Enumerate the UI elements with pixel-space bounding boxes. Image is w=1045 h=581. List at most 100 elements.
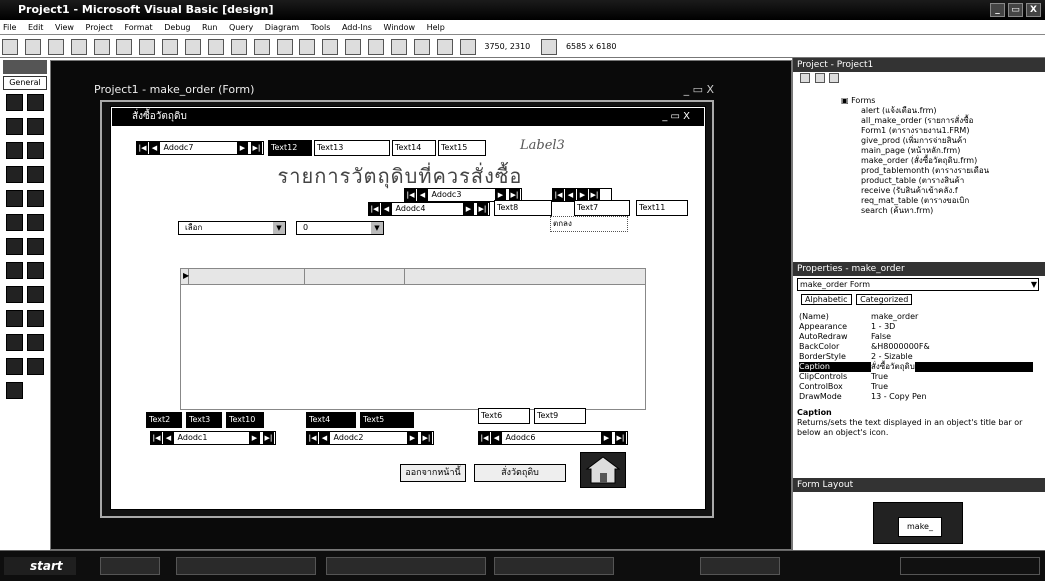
last-record-icon[interactable]: ▶|: [615, 432, 626, 444]
next-record-icon[interactable]: ▶: [463, 203, 474, 215]
pause-icon[interactable]: [276, 39, 293, 55]
prev-record-icon[interactable]: ◀: [381, 203, 392, 215]
taskbar-item-2[interactable]: [326, 557, 486, 575]
menu-editor-icon[interactable]: [47, 39, 64, 55]
menu-format[interactable]: Format: [124, 23, 152, 32]
label-tool-icon[interactable]: [6, 118, 23, 135]
frame-tool-icon[interactable]: [6, 142, 23, 159]
property-row[interactable]: ClipControls True: [799, 372, 1033, 382]
first-record-icon[interactable]: |◀: [151, 432, 162, 444]
form-window-controls[interactable]: _ ▭ X: [662, 108, 690, 126]
object-browser-icon[interactable]: [390, 39, 407, 55]
drivelist-tool-icon[interactable]: [27, 238, 44, 255]
text11-box[interactable]: Text11: [636, 200, 688, 216]
adodc4-control[interactable]: |◀ ◀ Adodc4 ▶ ▶|: [368, 202, 490, 216]
find-icon[interactable]: [185, 39, 201, 55]
mschart-tool-icon[interactable]: [27, 358, 44, 375]
last-record-icon[interactable]: ▶|: [263, 432, 274, 444]
last-record-icon[interactable]: ▶|: [251, 142, 262, 154]
home-icon[interactable]: [580, 452, 626, 488]
last-record-icon[interactable]: ▶|: [477, 203, 488, 215]
tree-item-give-prod[interactable]: give_prod (เพิ่มการจ่ายสินค้า: [793, 136, 1045, 146]
text3-box[interactable]: Text3: [186, 412, 222, 428]
text4-box[interactable]: Text4: [306, 412, 356, 428]
next-record-icon[interactable]: ▶: [601, 432, 612, 444]
tree-item-prod-tablemonth[interactable]: prod_tablemonth (ตารางรายเดือน: [793, 166, 1045, 176]
start-button[interactable]: start: [4, 557, 76, 575]
undo-icon[interactable]: [207, 39, 224, 55]
save-icon[interactable]: [93, 39, 110, 55]
text13-box[interactable]: Text13: [314, 140, 390, 156]
tree-item-form1[interactable]: Form1 (ตารางรายงาน1.FRM): [793, 126, 1045, 136]
listbox-tool-icon[interactable]: [27, 190, 44, 207]
menu-file[interactable]: File: [3, 23, 16, 32]
grid-column-1[interactable]: [189, 269, 305, 285]
first-record-icon[interactable]: |◀: [479, 432, 490, 444]
close-button[interactable]: X: [1026, 3, 1041, 17]
add-project-icon[interactable]: [2, 39, 18, 55]
exit-page-button[interactable]: ออกจากหน้านี้: [400, 464, 466, 482]
prev-record-icon[interactable]: ◀: [149, 142, 160, 154]
redo-icon[interactable]: [230, 39, 247, 55]
adodc1-control[interactable]: |◀ ◀ Adodc1 ▶ ▶|: [150, 431, 276, 445]
picturebox-tool-icon[interactable]: [27, 94, 44, 111]
optionbutton-tool-icon[interactable]: [27, 166, 44, 183]
view-code-icon[interactable]: [800, 73, 810, 83]
property-row[interactable]: AutoRedraw False: [799, 332, 1033, 342]
taskbar-item-4[interactable]: [700, 557, 780, 575]
select-combo[interactable]: เลือก ▼: [178, 221, 286, 235]
designer-window-controls[interactable]: _ ▭ X: [684, 80, 714, 100]
first-record-icon[interactable]: |◀: [369, 203, 380, 215]
next-record-icon[interactable]: ▶: [237, 142, 248, 154]
taskbar-item-1[interactable]: [176, 557, 316, 575]
paste-icon[interactable]: [162, 39, 179, 55]
text9-box[interactable]: Text9: [534, 408, 586, 424]
text2-box[interactable]: Text2: [146, 412, 182, 428]
tree-item-search[interactable]: search (ค้นหา.frm): [793, 206, 1045, 216]
toggle-folders-icon[interactable]: [829, 73, 840, 83]
property-row-selected[interactable]: Caption สั่งซื้อวัตถุดิบ: [799, 362, 1033, 372]
timer-tool-icon[interactable]: [6, 238, 23, 255]
menu-view[interactable]: View: [55, 23, 74, 32]
toolbox-general-tab[interactable]: General: [3, 76, 47, 90]
property-row[interactable]: DrawMode 13 - Copy Pen: [799, 392, 1033, 402]
form-layout-thumbnail[interactable]: make_: [898, 517, 942, 537]
image-tool-icon[interactable]: [6, 310, 23, 327]
tree-item-make-order[interactable]: make_order (สั่งซื้อวัตถุดิบ.frm): [793, 156, 1045, 166]
first-record-icon[interactable]: |◀: [405, 189, 416, 201]
chevron-down-icon[interactable]: ▼: [371, 222, 383, 234]
adodc7-control[interactable]: |◀ ◀ Adodc7 ▶ ▶|: [136, 141, 264, 155]
combobox-tool-icon[interactable]: [6, 190, 23, 207]
text7-box[interactable]: Text7: [574, 200, 630, 216]
pointer-tool-icon[interactable]: [6, 94, 23, 111]
minimize-button[interactable]: _: [990, 3, 1005, 17]
properties-window-icon[interactable]: [345, 39, 362, 55]
text5-box[interactable]: Text5: [360, 412, 414, 428]
prev-record-icon[interactable]: ◀: [319, 432, 330, 444]
first-record-icon[interactable]: |◀: [137, 142, 148, 154]
run-icon[interactable]: [253, 39, 270, 55]
property-value[interactable]: สั่งซื้อวัตถุดิบ: [871, 362, 915, 372]
cut-icon[interactable]: [116, 39, 133, 55]
add-form-icon[interactable]: [24, 39, 41, 55]
menu-project[interactable]: Project: [86, 23, 113, 32]
next-record-icon[interactable]: ▶: [249, 432, 260, 444]
form-layout-icon[interactable]: [368, 39, 384, 55]
menu-edit[interactable]: Edit: [28, 23, 44, 32]
ole-tool-icon[interactable]: [6, 334, 23, 351]
checkbox-tool-icon[interactable]: [6, 166, 23, 183]
copy-icon[interactable]: [139, 39, 156, 55]
text12-box[interactable]: Text12: [268, 140, 312, 156]
menu-query[interactable]: Query: [229, 23, 253, 32]
last-record-icon[interactable]: ▶|: [421, 432, 432, 444]
menu-tools[interactable]: Tools: [311, 23, 331, 32]
tree-item-product-table[interactable]: product_table (ตารางสินค้า: [793, 176, 1045, 186]
forms-folder[interactable]: ▣ Forms: [793, 96, 1045, 106]
filelist-tool-icon[interactable]: [27, 262, 44, 279]
maximize-button[interactable]: ▭: [1008, 3, 1023, 17]
property-row[interactable]: Appearance 1 - 3D: [799, 322, 1033, 332]
menu-run[interactable]: Run: [202, 23, 217, 32]
hscroll-tool-icon[interactable]: [6, 214, 23, 231]
data-view-icon[interactable]: [436, 39, 453, 55]
menu-help[interactable]: Help: [427, 23, 445, 32]
